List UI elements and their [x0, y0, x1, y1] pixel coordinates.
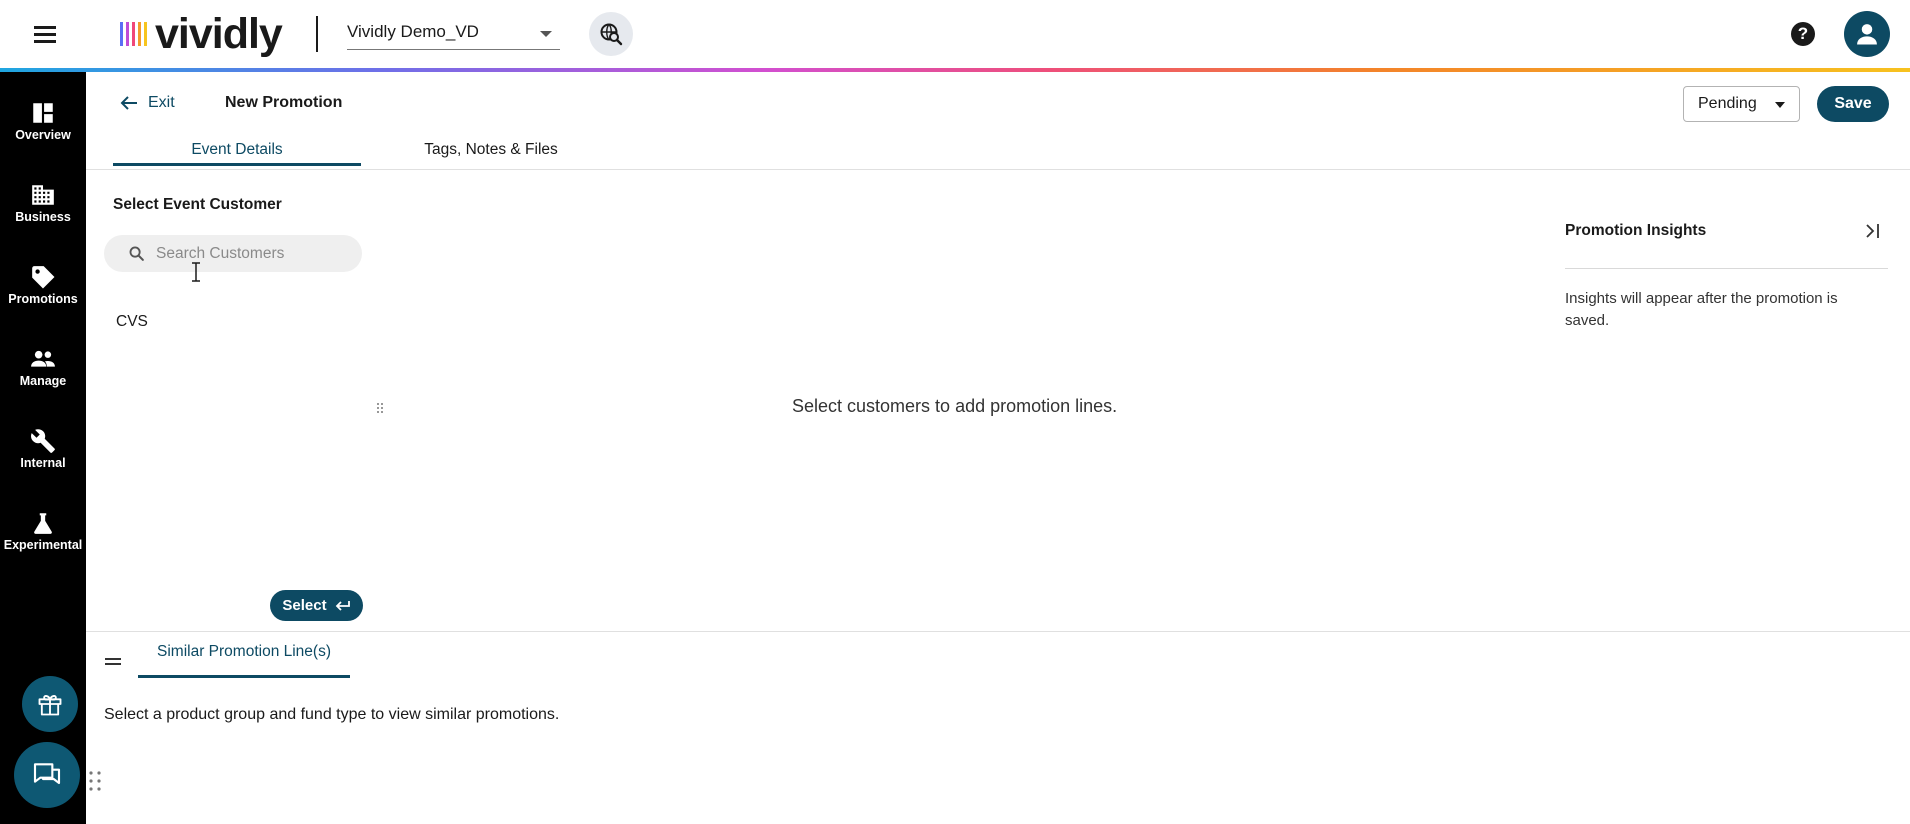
org-select[interactable]: Vividly Demo_VD [347, 20, 560, 50]
bottom-panel-divider [86, 631, 1910, 632]
nav-label: Manage [19, 374, 67, 388]
main-content: Exit New Promotion Pending Save Event De… [86, 72, 1910, 824]
section-label: Select Event Customer [113, 196, 282, 213]
tab-event-details[interactable]: Event Details [113, 128, 361, 166]
vividly-logo: vividly [120, 10, 283, 58]
select-label: Select [282, 597, 327, 614]
search-input[interactable] [156, 235, 352, 272]
text-cursor-icon [192, 262, 200, 282]
nav-item-internal[interactable]: Internal [0, 428, 86, 490]
nav-label: Internal [20, 456, 66, 470]
nav-item-manage[interactable]: Manage [0, 346, 86, 408]
exit-button[interactable]: Exit [120, 94, 175, 112]
drag-handle-icon[interactable] [105, 657, 121, 667]
people-icon [31, 350, 55, 367]
nav-item-experimental[interactable]: Experimental [0, 510, 86, 572]
status-select-value: Pending [1698, 95, 1757, 112]
menu-icon[interactable] [34, 24, 58, 44]
chat-button[interactable] [14, 742, 80, 808]
panel-resize-handle[interactable] [375, 402, 385, 414]
save-button[interactable]: Save [1817, 86, 1889, 122]
insights-divider [1565, 268, 1888, 269]
select-button[interactable]: Select [270, 590, 363, 621]
tag-icon [32, 266, 55, 289]
status-select[interactable]: Pending [1683, 86, 1800, 122]
nav-label: Experimental [3, 538, 83, 552]
building-icon [32, 185, 54, 205]
logo-bars-icon [120, 22, 147, 46]
tab-tags-notes-files[interactable]: Tags, Notes & Files [391, 128, 591, 166]
chat-icon [33, 763, 61, 785]
gift-icon [38, 695, 62, 716]
enter-icon [335, 600, 350, 611]
drag-grip-icon[interactable] [88, 770, 102, 792]
customer-search[interactable] [104, 235, 362, 272]
tab-similar-promotion-lines[interactable]: Similar Promotion Line(s) [138, 633, 350, 678]
left-nav: Overview Business Promotions Manage Inte… [0, 72, 86, 824]
logo-text: vividly [155, 10, 283, 58]
gift-button[interactable] [22, 676, 78, 732]
top-bar: vividly Vividly Demo_VD ? [0, 0, 1910, 68]
collapse-panel-icon[interactable] [1862, 220, 1884, 242]
arrow-left-icon [120, 96, 137, 110]
empty-state-message: Select customers to add promotion lines. [792, 396, 1118, 416]
nav-label: Business [15, 210, 71, 224]
tab-divider [86, 169, 1910, 170]
help-icon[interactable]: ? [1791, 22, 1815, 46]
user-avatar-button[interactable] [1844, 11, 1890, 57]
chevron-down-icon [540, 31, 552, 37]
page-title: New Promotion [225, 94, 343, 111]
flask-icon [34, 513, 52, 534]
exit-label: Exit [148, 94, 175, 111]
similar-message: Select a product group and fund type to … [104, 706, 560, 723]
nav-item-promotions[interactable]: Promotions [0, 264, 86, 326]
nav-item-business[interactable]: Business [0, 182, 86, 244]
customer-list-item[interactable]: CVS [116, 313, 148, 331]
insights-message: Insights will appear after the promotion… [1565, 290, 1838, 329]
divider [316, 16, 318, 52]
nav-item-overview[interactable]: Overview [0, 100, 86, 162]
globe-search-icon [600, 23, 623, 46]
search-icon [129, 246, 144, 261]
nav-label: Promotions [8, 292, 78, 306]
dashboard-icon [33, 103, 53, 123]
insights-title: Promotion Insights [1565, 222, 1707, 239]
org-select-value: Vividly Demo_VD [347, 22, 479, 41]
chevron-down-icon [1775, 102, 1785, 108]
user-icon [1857, 24, 1877, 45]
globe-search-button[interactable] [589, 12, 633, 56]
nav-label: Overview [15, 128, 71, 142]
wrench-icon [31, 429, 55, 453]
